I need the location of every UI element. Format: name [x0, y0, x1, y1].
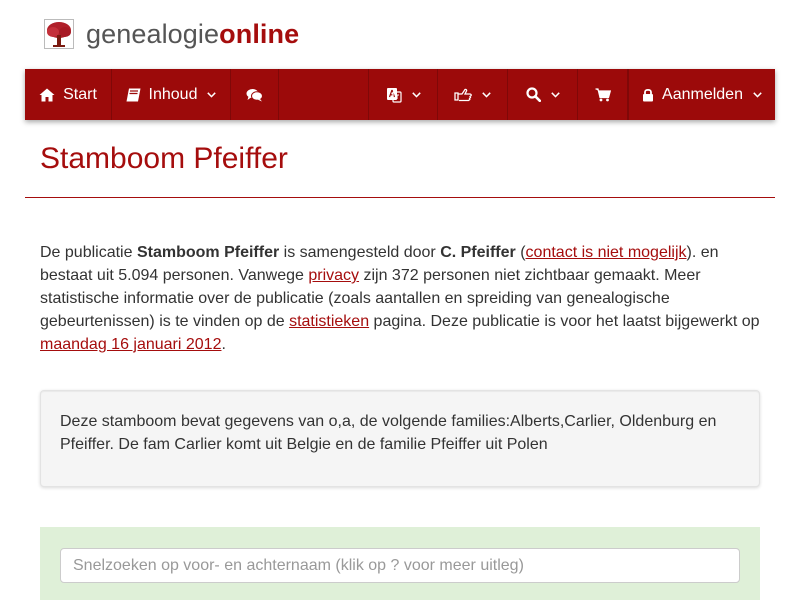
statistics-link[interactable]: statistieken [289, 313, 369, 330]
site-name-part2: online [219, 19, 300, 49]
author-name: C. Pfeiffer [440, 244, 516, 261]
nav-login-label: Aanmelden [662, 85, 743, 103]
site-brand[interactable]: genealogieonline [44, 16, 299, 52]
main-navbar: Start Inhoud Aanmelden [25, 69, 775, 120]
page: genealogieonline Start Inhoud Aanmelden … [0, 0, 800, 600]
last-updated-link[interactable]: maandag 16 januari 2012 [40, 336, 221, 353]
home-icon [39, 88, 55, 101]
quick-search-panel [40, 527, 760, 600]
search-icon [525, 87, 541, 102]
title-divider [25, 197, 775, 198]
chevron-down-icon [411, 91, 421, 98]
site-name-part1: genealogie [86, 19, 220, 49]
publication-name: Stamboom Pfeiffer [136, 244, 280, 261]
intro-text: is samengesteld door [279, 244, 441, 261]
nav-inhoud[interactable]: Inhoud [112, 69, 231, 120]
chevron-down-icon [753, 91, 762, 98]
chevron-down-icon [207, 91, 217, 98]
chevron-down-icon [550, 91, 560, 98]
intro-text: De publicatie [40, 244, 137, 261]
nav-shop[interactable] [578, 69, 628, 120]
language-icon [386, 87, 402, 103]
intro-text: ( [515, 244, 526, 261]
contact-link[interactable]: contact is niet mogelijk [526, 244, 687, 261]
intro-text: . [221, 336, 226, 353]
nav-login[interactable]: Aanmelden [628, 69, 775, 120]
tree-icon [44, 19, 74, 49]
hand-pointer-icon [454, 88, 472, 101]
nav-inhoud-label: Inhoud [148, 85, 198, 103]
page-title: Stamboom Pfeiffer [40, 142, 288, 175]
nav-start-label: Start [63, 85, 97, 103]
site-name: genealogieonline [86, 16, 299, 52]
lock-icon [643, 88, 654, 101]
nav-actions[interactable] [438, 69, 508, 120]
nav-start[interactable]: Start [25, 69, 112, 120]
comments-icon [246, 88, 263, 101]
publication-description: Deze stamboom bevat gegevens van o,a, de… [40, 390, 760, 487]
privacy-link[interactable]: privacy [308, 267, 359, 284]
quick-search-input[interactable] [60, 548, 740, 583]
nav-forum[interactable] [231, 69, 279, 120]
cart-icon [595, 87, 611, 101]
chevron-down-icon [482, 91, 491, 98]
publication-intro: De publicatie Stamboom Pfeiffer is samen… [40, 241, 768, 356]
book-icon [126, 88, 141, 101]
intro-text: pagina. Deze publicatie is voor het laat… [369, 313, 760, 330]
nav-language[interactable] [368, 69, 438, 120]
nav-search[interactable] [508, 69, 578, 120]
